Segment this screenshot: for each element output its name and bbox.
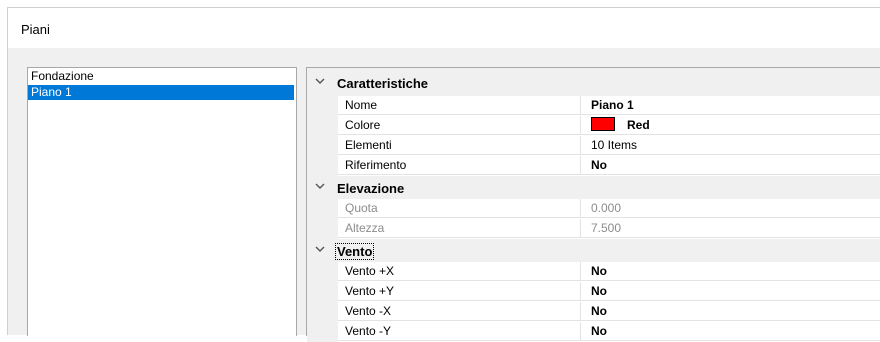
category-label: Elevazione [337,181,405,196]
property-name: Riferimento [338,156,581,175]
property-value-vento-y-neg[interactable]: No [581,322,880,341]
chevron-down-icon[interactable] [315,181,325,191]
property-row-vento-x-pos[interactable]: Vento +X No [307,262,880,282]
property-name: Vento -Y [338,322,581,341]
property-name: Altezza [338,219,581,238]
property-name: Vento +Y [338,282,581,301]
property-row-elementi[interactable]: Elementi 10 Items [307,136,880,156]
color-value-label: Red [627,118,650,132]
property-value-riferimento[interactable]: No [581,156,880,175]
property-row-riferimento[interactable]: Riferimento No [307,156,880,176]
floor-item-piano-1[interactable]: Piano 1 [28,85,294,100]
property-value-vento-x-neg[interactable]: No [581,302,880,321]
property-name: Vento +X [338,262,581,281]
property-name: Nome [338,96,581,115]
property-row-vento-y-neg[interactable]: Vento -Y No [307,322,880,342]
category-vento[interactable]: Vento [307,241,880,261]
property-row-vento-x-neg[interactable]: Vento -X No [307,302,880,322]
title-bar: Piani [8,8,880,48]
piani-window: Piani Fondazione Piano 1 Caratteristiche… [7,7,880,342]
chevron-down-icon[interactable] [315,76,325,86]
category-label: Vento [334,243,375,260]
property-row-altezza: Altezza 7.500 [307,219,880,239]
property-value-vento-x-pos[interactable]: No [581,262,880,281]
property-name: Vento -X [338,302,581,321]
property-value-quota: 0.000 [581,199,880,218]
color-swatch [591,117,615,131]
category-elevazione[interactable]: Elevazione [307,178,880,198]
property-row-vento-y-pos[interactable]: Vento +Y No [307,282,880,302]
property-row-quota: Quota 0.000 [307,199,880,219]
floor-item-fondazione[interactable]: Fondazione [28,69,296,84]
category-caratteristiche[interactable]: Caratteristiche [307,73,880,93]
property-row-nome[interactable]: Nome Piano 1 [307,96,880,116]
category-label: Caratteristiche [337,76,429,91]
window-title: Piani [21,22,50,37]
property-value-altezza: 7.500 [581,219,880,238]
property-value-vento-y-pos[interactable]: No [581,282,880,301]
property-grid: Caratteristiche Nome Piano 1 Colore Red … [306,67,880,342]
property-name: Elementi [338,136,581,155]
chevron-down-icon[interactable] [315,244,325,254]
property-value-nome[interactable]: Piano 1 [581,96,880,115]
property-name: Colore [338,116,581,135]
property-row-colore[interactable]: Colore Red [307,116,880,136]
floor-list[interactable]: Fondazione Piano 1 [27,67,297,336]
property-value-elementi[interactable]: 10 Items [581,136,880,155]
property-value-colore[interactable]: Red [581,116,880,135]
property-name: Quota [338,199,581,218]
